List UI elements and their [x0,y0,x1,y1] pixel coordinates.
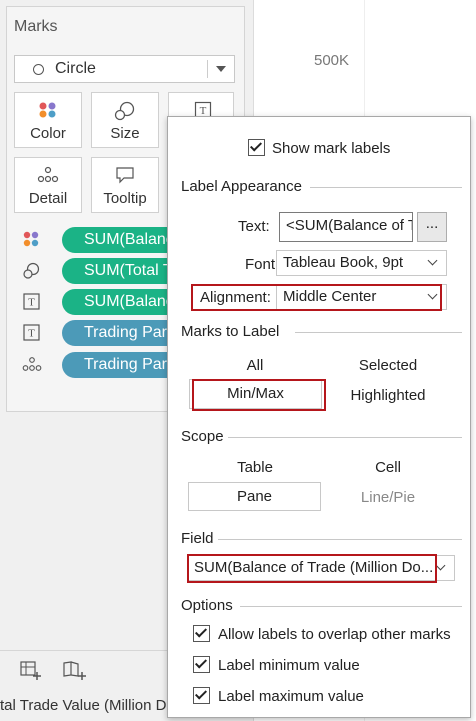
chevron-down-icon [435,560,446,571]
field-header: Field [181,530,214,547]
mark-type-dropdown[interactable]: Circle [14,55,235,83]
tooltip-button[interactable]: Tooltip [91,157,159,213]
label-min-checkbox[interactable] [193,656,210,673]
scope-header: Scope [181,428,224,445]
checkmark-icon [194,656,208,669]
detail-button[interactable]: Detail [14,157,82,213]
marks-title: Marks [14,18,58,35]
scope-option-pane[interactable]: Pane [188,482,321,511]
section-divider [240,606,462,607]
section-divider [228,437,462,438]
dropdown-arrow-icon [216,66,226,72]
font-value: Tableau Book, 9pt [283,254,404,271]
color-button[interactable]: Color [14,92,82,148]
scope-option-table[interactable]: Table [218,459,292,476]
text-label: Text: [238,218,270,235]
circle-icon [33,63,44,75]
section-divider [310,187,462,188]
scope-option-linepie[interactable]: Line/Pie [343,489,433,506]
font-label: Font: [245,256,280,273]
label-dialog: Show mark labels Label Appearance Text: … [167,116,471,718]
chevron-down-icon [427,255,438,266]
axis-tick-label: 500K [314,52,350,69]
text-label-icon: T [23,324,40,341]
color-label: Color [30,125,66,142]
text-input[interactable]: <SUM(Balance of Trade (Million Dollars))… [279,212,413,242]
detail-icon [37,166,59,183]
marks-option-all[interactable]: All [218,357,292,374]
label-max-label: Label maximum value [218,688,364,705]
tooltip-label: Tooltip [103,190,147,207]
tooltip-icon [116,167,134,184]
alignment-highlight-box [191,284,442,311]
dropdown-separator [207,60,208,78]
size-icon [23,262,40,279]
svg-text:T: T [28,328,35,340]
svg-text:T: T [28,297,35,309]
allow-overlap-label: Allow labels to overlap other marks [218,626,451,643]
allow-overlap-checkbox[interactable] [193,625,210,642]
label-max-checkbox[interactable] [193,687,210,704]
font-dropdown[interactable]: Tableau Book, 9pt [276,250,447,276]
section-divider [218,539,462,540]
checkmark-icon [249,139,263,152]
axis-title: tal Trade Value (Million D [0,697,167,714]
size-label: Size [110,125,140,142]
marks-option-selected[interactable]: Selected [343,357,433,374]
size-icon [114,101,135,121]
checkmark-icon [194,687,208,700]
checkmark-icon [194,625,208,638]
detail-icon [22,357,42,371]
scope-option-cell[interactable]: Cell [343,459,433,476]
edit-text-button[interactable]: ... [417,212,447,242]
text-label-icon: T [23,293,40,310]
label-appearance-header: Label Appearance [181,178,302,195]
minmax-highlight-box [192,379,326,411]
size-button[interactable]: Size [91,92,159,148]
field-highlight-box [187,554,437,583]
new-worksheet-icon[interactable] [20,661,42,681]
options-header: Options [181,597,233,614]
color-icon [23,231,39,247]
show-mark-labels-label: Show mark labels [272,140,391,157]
section-divider [295,332,462,333]
show-mark-labels-checkbox[interactable] [248,139,265,156]
label-min-label: Label minimum value [218,657,360,674]
color-icon [39,102,56,118]
marks-to-label-header: Marks to Label [181,323,280,340]
marks-option-highlighted[interactable]: Highlighted [338,387,438,404]
detail-label: Detail [28,190,68,207]
new-dashboard-icon[interactable] [63,661,87,681]
mark-type-value: Circle [55,60,96,77]
